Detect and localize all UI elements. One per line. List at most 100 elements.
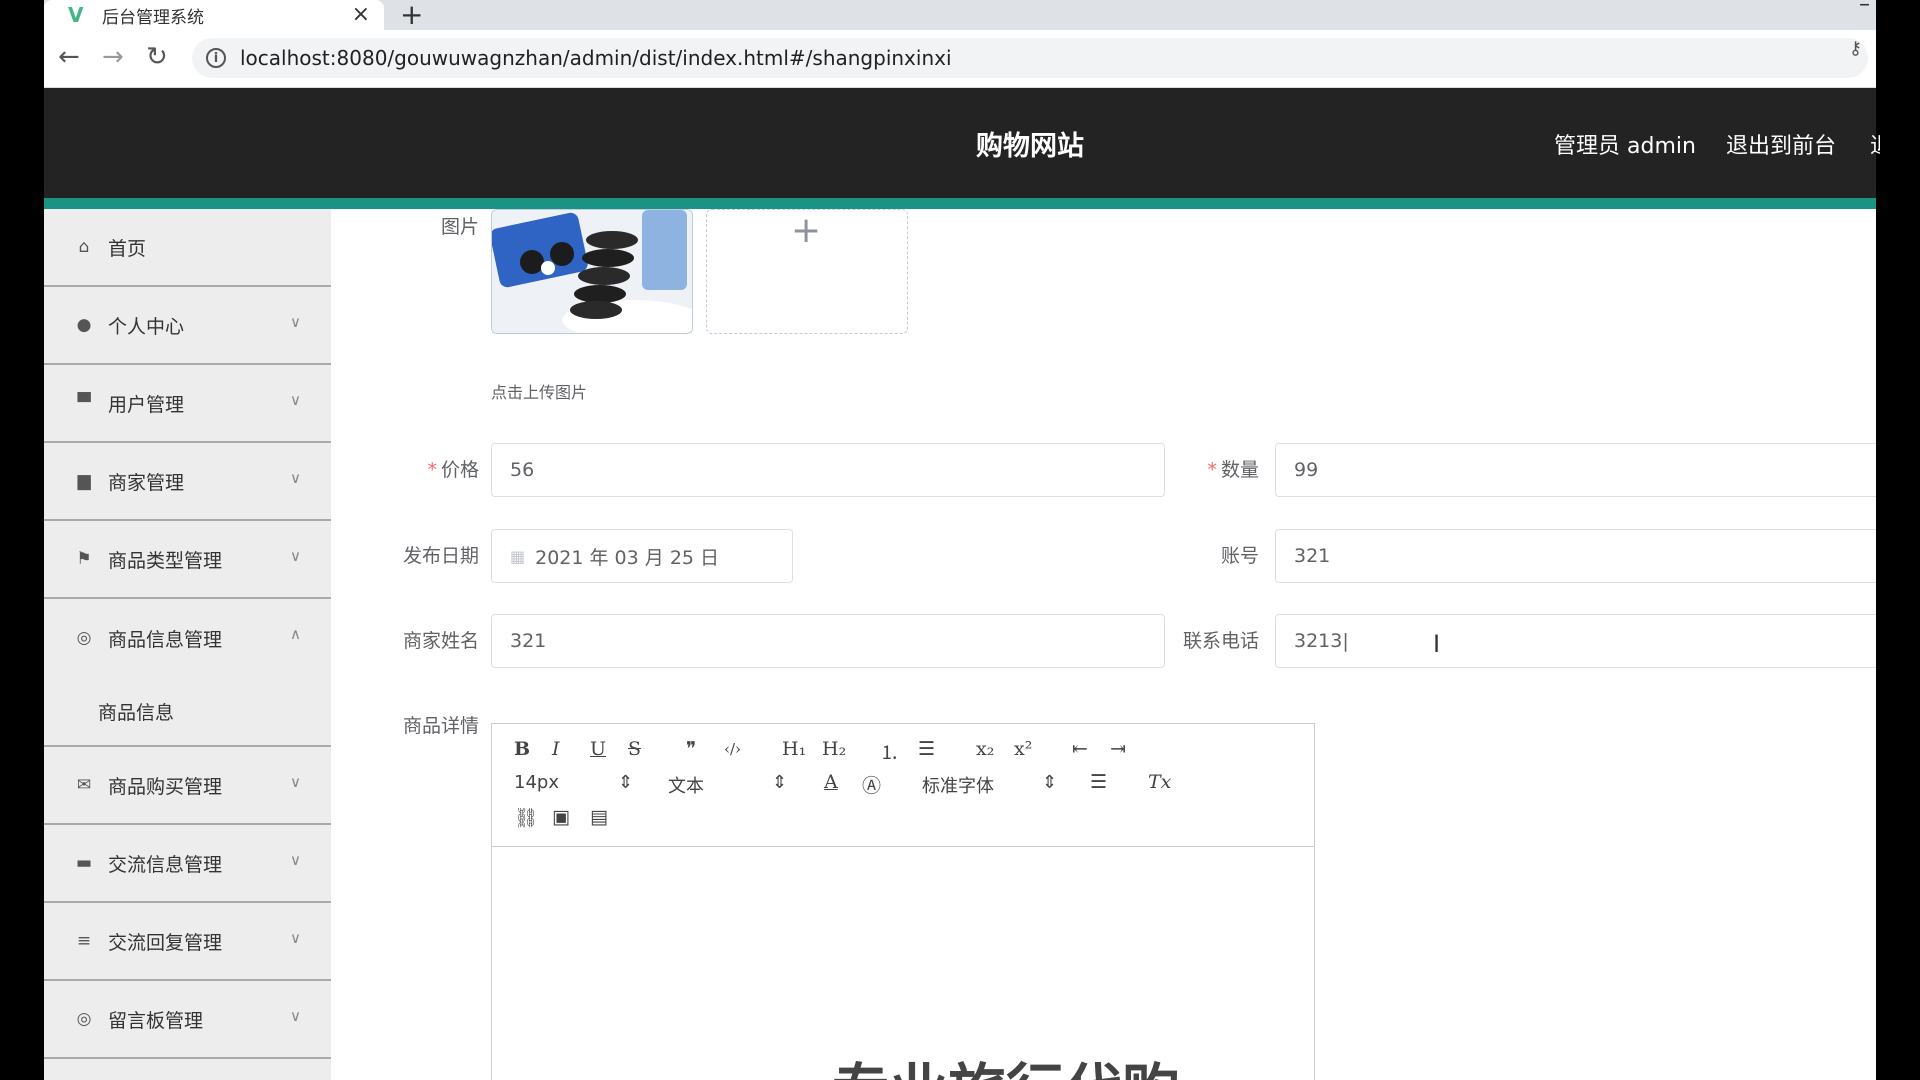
merchant-name-input[interactable]: 321 — [491, 614, 1165, 668]
chevron-down-icon: ∨ — [290, 929, 301, 947]
phone-input[interactable]: 3213| — [1275, 614, 1876, 668]
font-family-caret-icon: ⇕ — [1042, 772, 1058, 793]
reload-icon[interactable]: ↻ — [146, 42, 168, 72]
screen: V 后台管理系统 × + – ← → ↻ i localhost:8080/go… — [0, 0, 1920, 1080]
chevron-down-icon: ∨ — [290, 1007, 301, 1025]
background-color-button[interactable]: Ⓐ — [862, 771, 881, 798]
price-label-text: 价格 — [440, 459, 479, 481]
required-mark: * — [427, 459, 437, 481]
bullet-list-button[interactable]: ☰ — [918, 738, 935, 760]
flag-icon: ⚑ — [76, 549, 92, 569]
tab-close-icon[interactable]: × — [352, 2, 370, 27]
date-label: 发布日期 — [402, 545, 479, 567]
sidebar-item-merchant-management[interactable]: ▆ 商家管理 ∨ — [44, 443, 331, 521]
sidebar-item-purchase-management[interactable]: ✉ 商品购买管理 ∨ — [44, 747, 331, 825]
sidebar-item-home[interactable]: ⌂ 首页 — [44, 209, 331, 287]
image-label: 图片 — [440, 216, 479, 238]
url-text[interactable]: localhost:8080/gouwuwagnzhan/admin/dist/… — [240, 46, 952, 70]
address-bar: ← → ↻ i localhost:8080/gouwuwagnzhan/adm… — [44, 30, 1876, 88]
chevron-down-icon: ∨ — [290, 851, 301, 869]
back-icon[interactable]: ← — [58, 42, 80, 72]
home-icon: ⌂ — [78, 237, 90, 257]
vue-logo-icon: V — [68, 3, 84, 27]
merchant-name-label: 商家姓名 — [402, 630, 479, 652]
editor-content-text: 专业旅行代购 — [832, 1044, 1180, 1080]
underline-button[interactable]: U — [590, 738, 606, 760]
sidebar-item-reply-management[interactable]: ≡ 交流回复管理 ∨ — [44, 903, 331, 981]
forward-icon[interactable]: → — [102, 42, 124, 72]
font-color-button[interactable]: A — [824, 771, 838, 793]
header-accent-bar — [44, 198, 1876, 209]
sidebar-item-product-type-management[interactable]: ⚑ 商品类型管理 ∨ — [44, 521, 331, 599]
key-icon[interactable]: ⚷ — [1849, 38, 1862, 59]
required-mark: * — [1207, 459, 1217, 481]
plus-icon: + — [791, 210, 822, 251]
format-select[interactable]: 文本 — [668, 772, 704, 798]
chevron-down-icon: ∨ — [290, 391, 301, 409]
sidebar-item-label: 留言板管理 — [108, 1009, 204, 1032]
chevron-down-icon: ∨ — [290, 313, 301, 331]
quantity-label: * 数量 — [1164, 455, 1259, 482]
upload-add-button[interactable]: + — [706, 209, 908, 334]
sidebar: ⌂ 首页 ● 个人中心 ∨ ▀ 用户管理 ∨ ▆ 商家管理 ∨ ⚑ 商品类型管理… — [44, 209, 331, 1080]
sidebar-item-personal-center[interactable]: ● 个人中心 ∨ — [44, 287, 331, 365]
text-cursor-icon: I — [1433, 630, 1441, 658]
circle-icon: ◎ — [76, 1009, 92, 1029]
quantity-label-text: 数量 — [1220, 459, 1259, 481]
clean-format-button[interactable]: Tx — [1148, 771, 1171, 793]
sidebar-item-label: 交流信息管理 — [108, 853, 223, 876]
quantity-input[interactable]: 99 — [1275, 443, 1876, 497]
admin-label: 管理员 admin — [1554, 134, 1696, 159]
h2-button[interactable]: H₂ — [822, 738, 846, 760]
font-size-caret-icon: ⇕ — [618, 772, 634, 793]
sidebar-item-exchange-info-management[interactable]: ▬ 交流信息管理 ∨ — [44, 825, 331, 903]
font-size-select[interactable]: 14px — [514, 772, 559, 793]
url-field[interactable]: i localhost:8080/gouwuwagnzhan/admin/dis… — [192, 38, 1868, 78]
image-button[interactable]: ▣ — [552, 806, 570, 828]
strike-button[interactable]: S — [628, 738, 641, 760]
superscript-button[interactable]: x² — [1014, 738, 1032, 760]
outdent-button[interactable]: ⇤ — [1072, 738, 1088, 760]
video-button[interactable]: ▤ — [590, 806, 608, 828]
format-caret-icon: ⇕ — [772, 772, 788, 793]
sidebar-item-user-management[interactable]: ▀ 用户管理 ∨ — [44, 365, 331, 443]
sidebar-item-message-board-management[interactable]: ◎ 留言板管理 ∨ — [44, 981, 331, 1059]
sidebar-item-label: 商品信息管理 — [108, 628, 223, 651]
sidebar-item-label: 首页 — [108, 237, 147, 260]
info-icon[interactable]: i — [206, 48, 226, 68]
price-label: * 价格 — [384, 455, 479, 482]
new-tab-icon[interactable]: + — [400, 0, 423, 31]
blockquote-button[interactable]: ❞ — [686, 738, 696, 760]
phone-label: 联系电话 — [1182, 630, 1259, 652]
user-manage-icon: ▀ — [77, 393, 91, 413]
browser-tab[interactable]: V 后台管理系统 × — [44, 0, 384, 30]
bold-button[interactable]: B — [514, 738, 530, 760]
chat-icon: ▬ — [75, 853, 93, 873]
merchant-icon: ▆ — [77, 471, 91, 491]
price-input[interactable]: 56 — [491, 443, 1165, 497]
logout-link[interactable]: 退 — [1870, 128, 1880, 160]
sidebar-subitem-product-info[interactable]: 商品信息 — [44, 677, 331, 747]
align-button[interactable]: ☰ — [1090, 771, 1107, 793]
italic-button[interactable]: I — [552, 738, 560, 760]
sidebar-item-product-info-management[interactable]: ◎ 商品信息管理 ∧ — [44, 599, 331, 677]
date-picker-input[interactable]: ▦ 2021 年 03 月 25 日 — [491, 529, 793, 583]
h1-button[interactable]: H₁ — [782, 738, 806, 760]
chevron-down-icon: ∨ — [290, 773, 301, 791]
exit-to-front-link[interactable]: 退出到前台 — [1726, 128, 1836, 160]
indent-button[interactable]: ⇥ — [1110, 738, 1126, 760]
code-block-button[interactable]: ‹/› — [724, 740, 741, 758]
ordered-list-button[interactable]: ⒈ — [880, 738, 899, 765]
main-content: 图片 + 点击上传图片 * 价格 56 * 数量 99 发布日期 ▦ 2021 … — [364, 209, 1876, 1080]
uploaded-image[interactable] — [491, 209, 693, 334]
chevron-down-icon: ∨ — [290, 469, 301, 487]
link-button[interactable]: ⛓ — [514, 806, 538, 829]
subscript-button[interactable]: x₂ — [976, 738, 994, 760]
account-input[interactable]: 321 — [1275, 529, 1876, 583]
sidebar-item-label: 个人中心 — [108, 315, 185, 338]
sidebar-item-label: 交流回复管理 — [108, 931, 223, 954]
font-family-select[interactable]: 标准字体 — [922, 772, 994, 798]
minimize-icon[interactable]: – — [1859, 0, 1870, 17]
editor-toolbar: B I U S ❞ ‹/› H₁ H₂ ⒈ ☰ x₂ x² ⇤ ⇥ 14px ⇕… — [492, 724, 1314, 847]
mail-icon: ✉ — [76, 775, 92, 795]
